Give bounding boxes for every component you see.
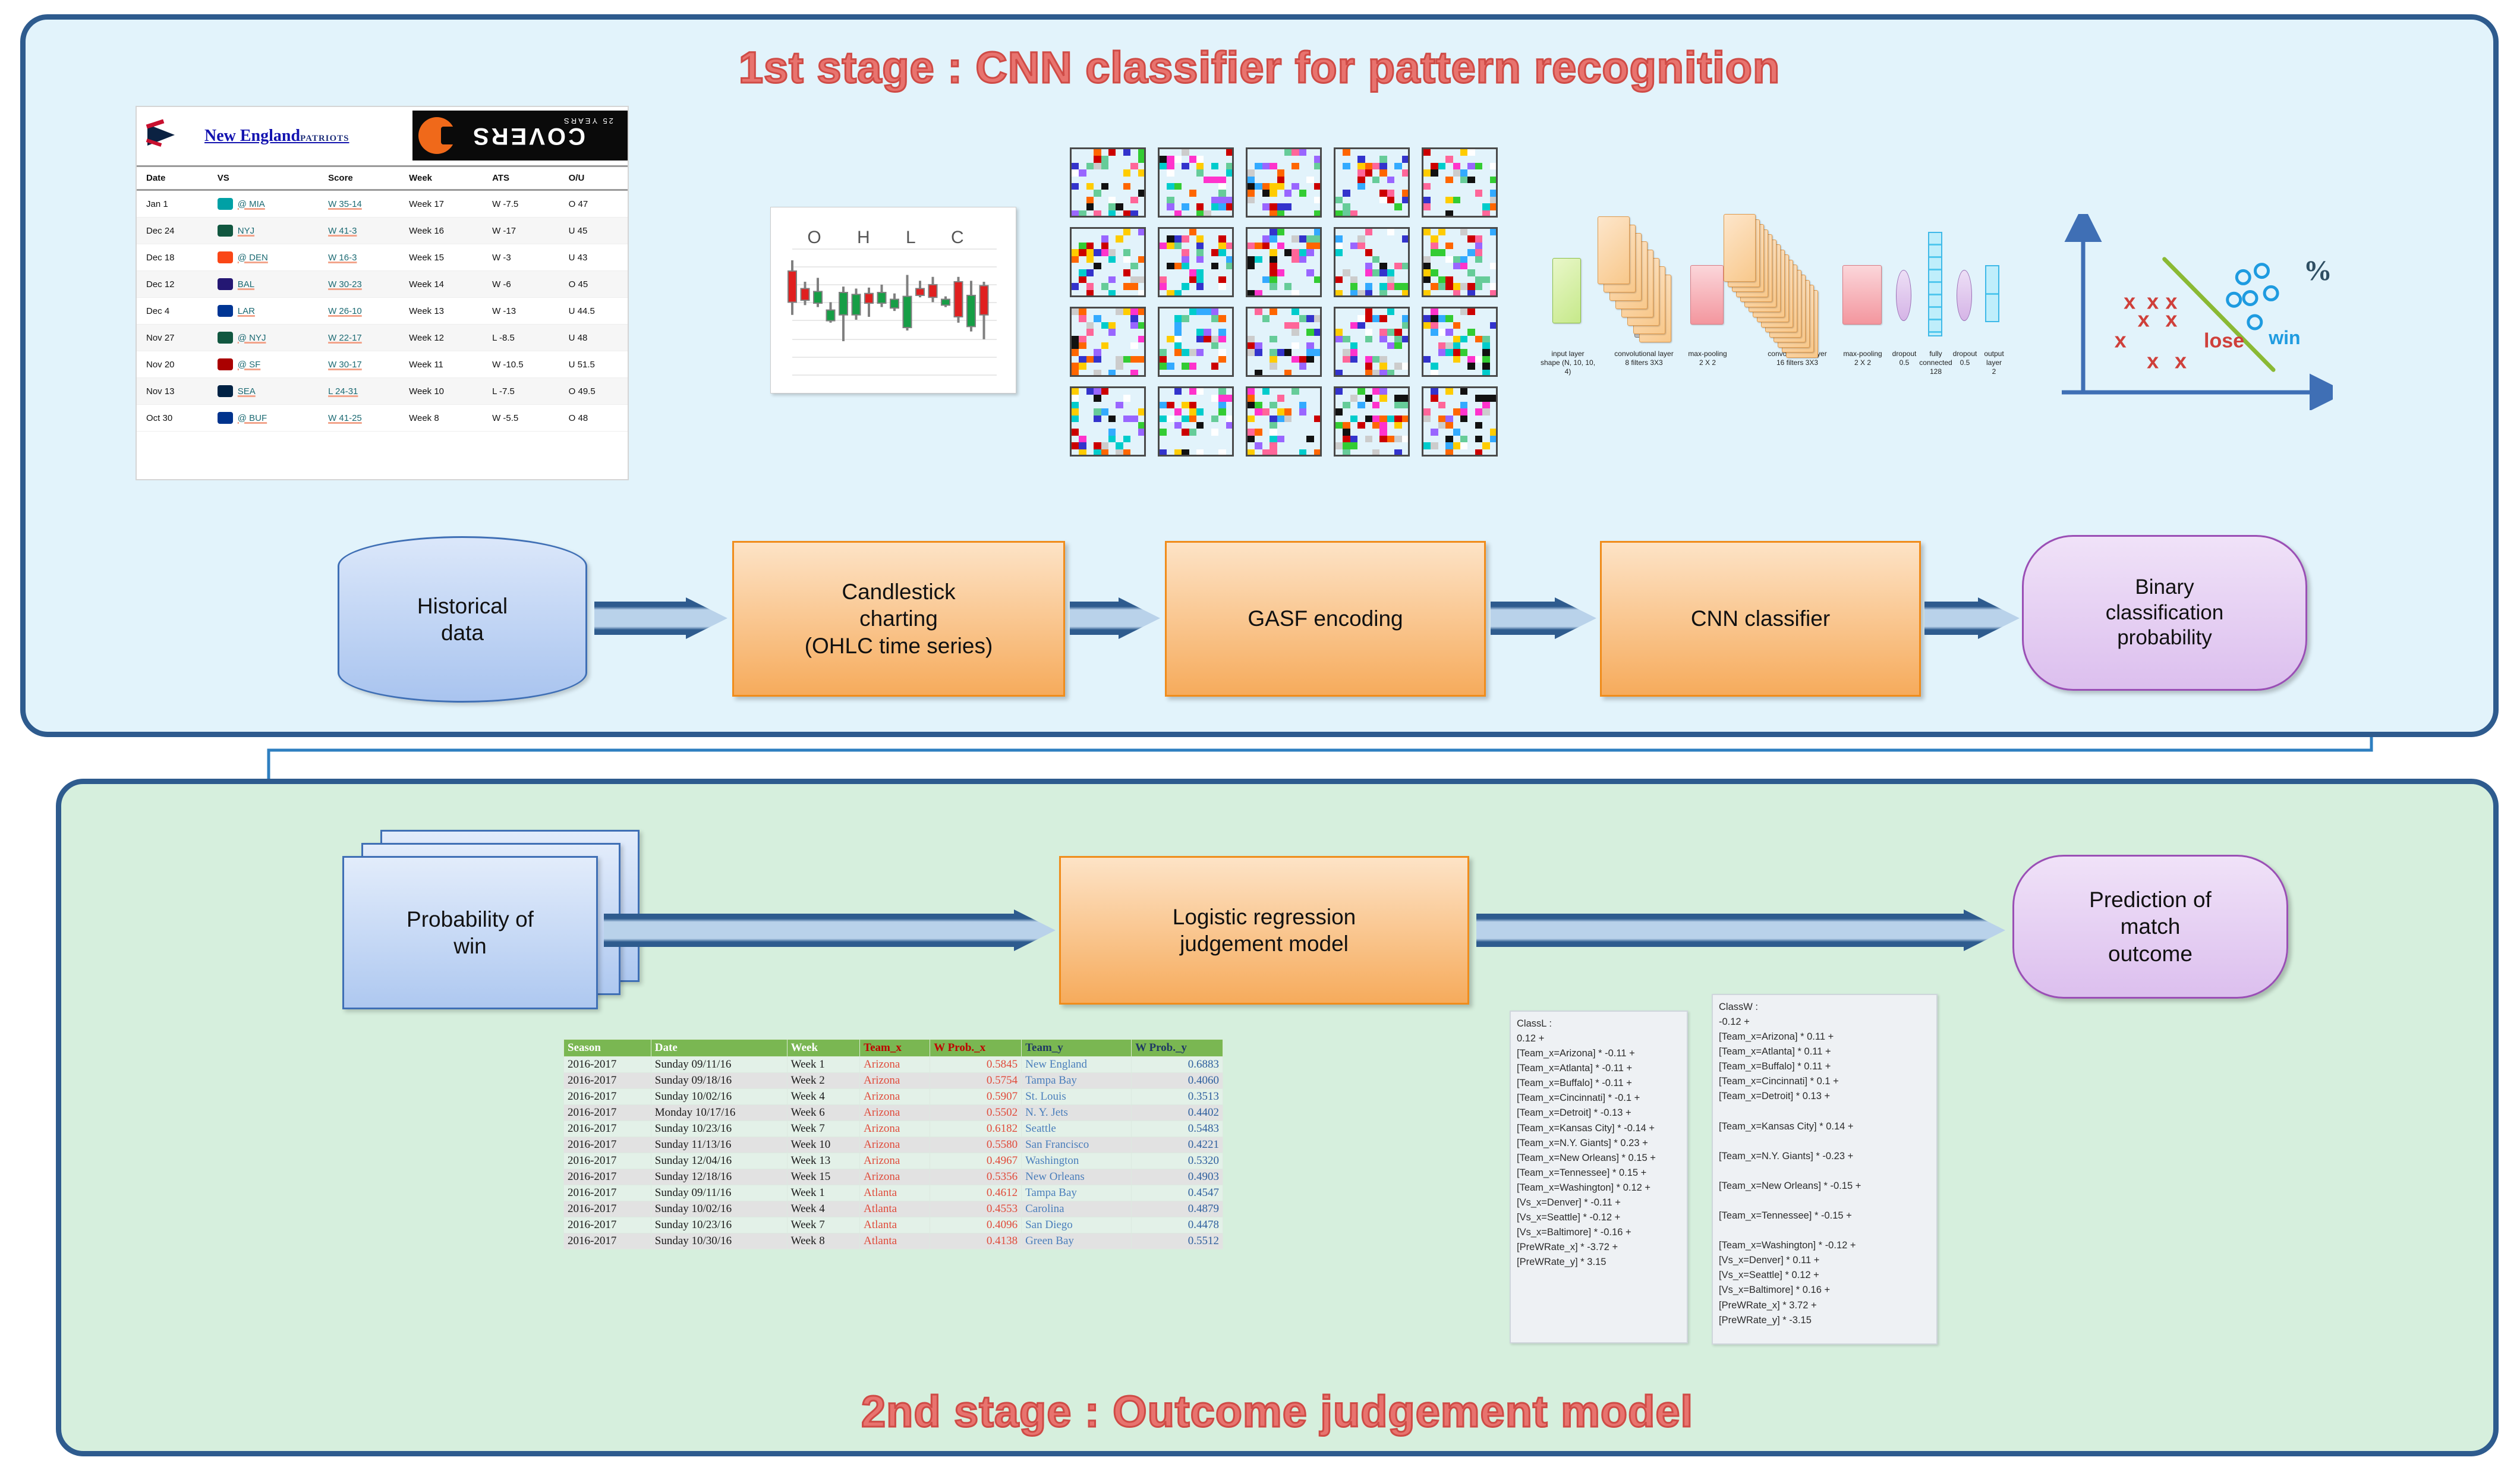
cnn-filter-card: [1598, 216, 1630, 284]
flow-arrow: [1491, 597, 1596, 639]
flow-arrow: [594, 597, 727, 639]
flow-arrow: [1476, 909, 2005, 951]
cnn-filter-card: [1724, 214, 1756, 282]
flow-arrow: [1924, 597, 2020, 639]
flow-arrow: [604, 909, 1056, 951]
flow-arrows: [594, 597, 2020, 951]
flow-arrow: [1070, 597, 1160, 639]
